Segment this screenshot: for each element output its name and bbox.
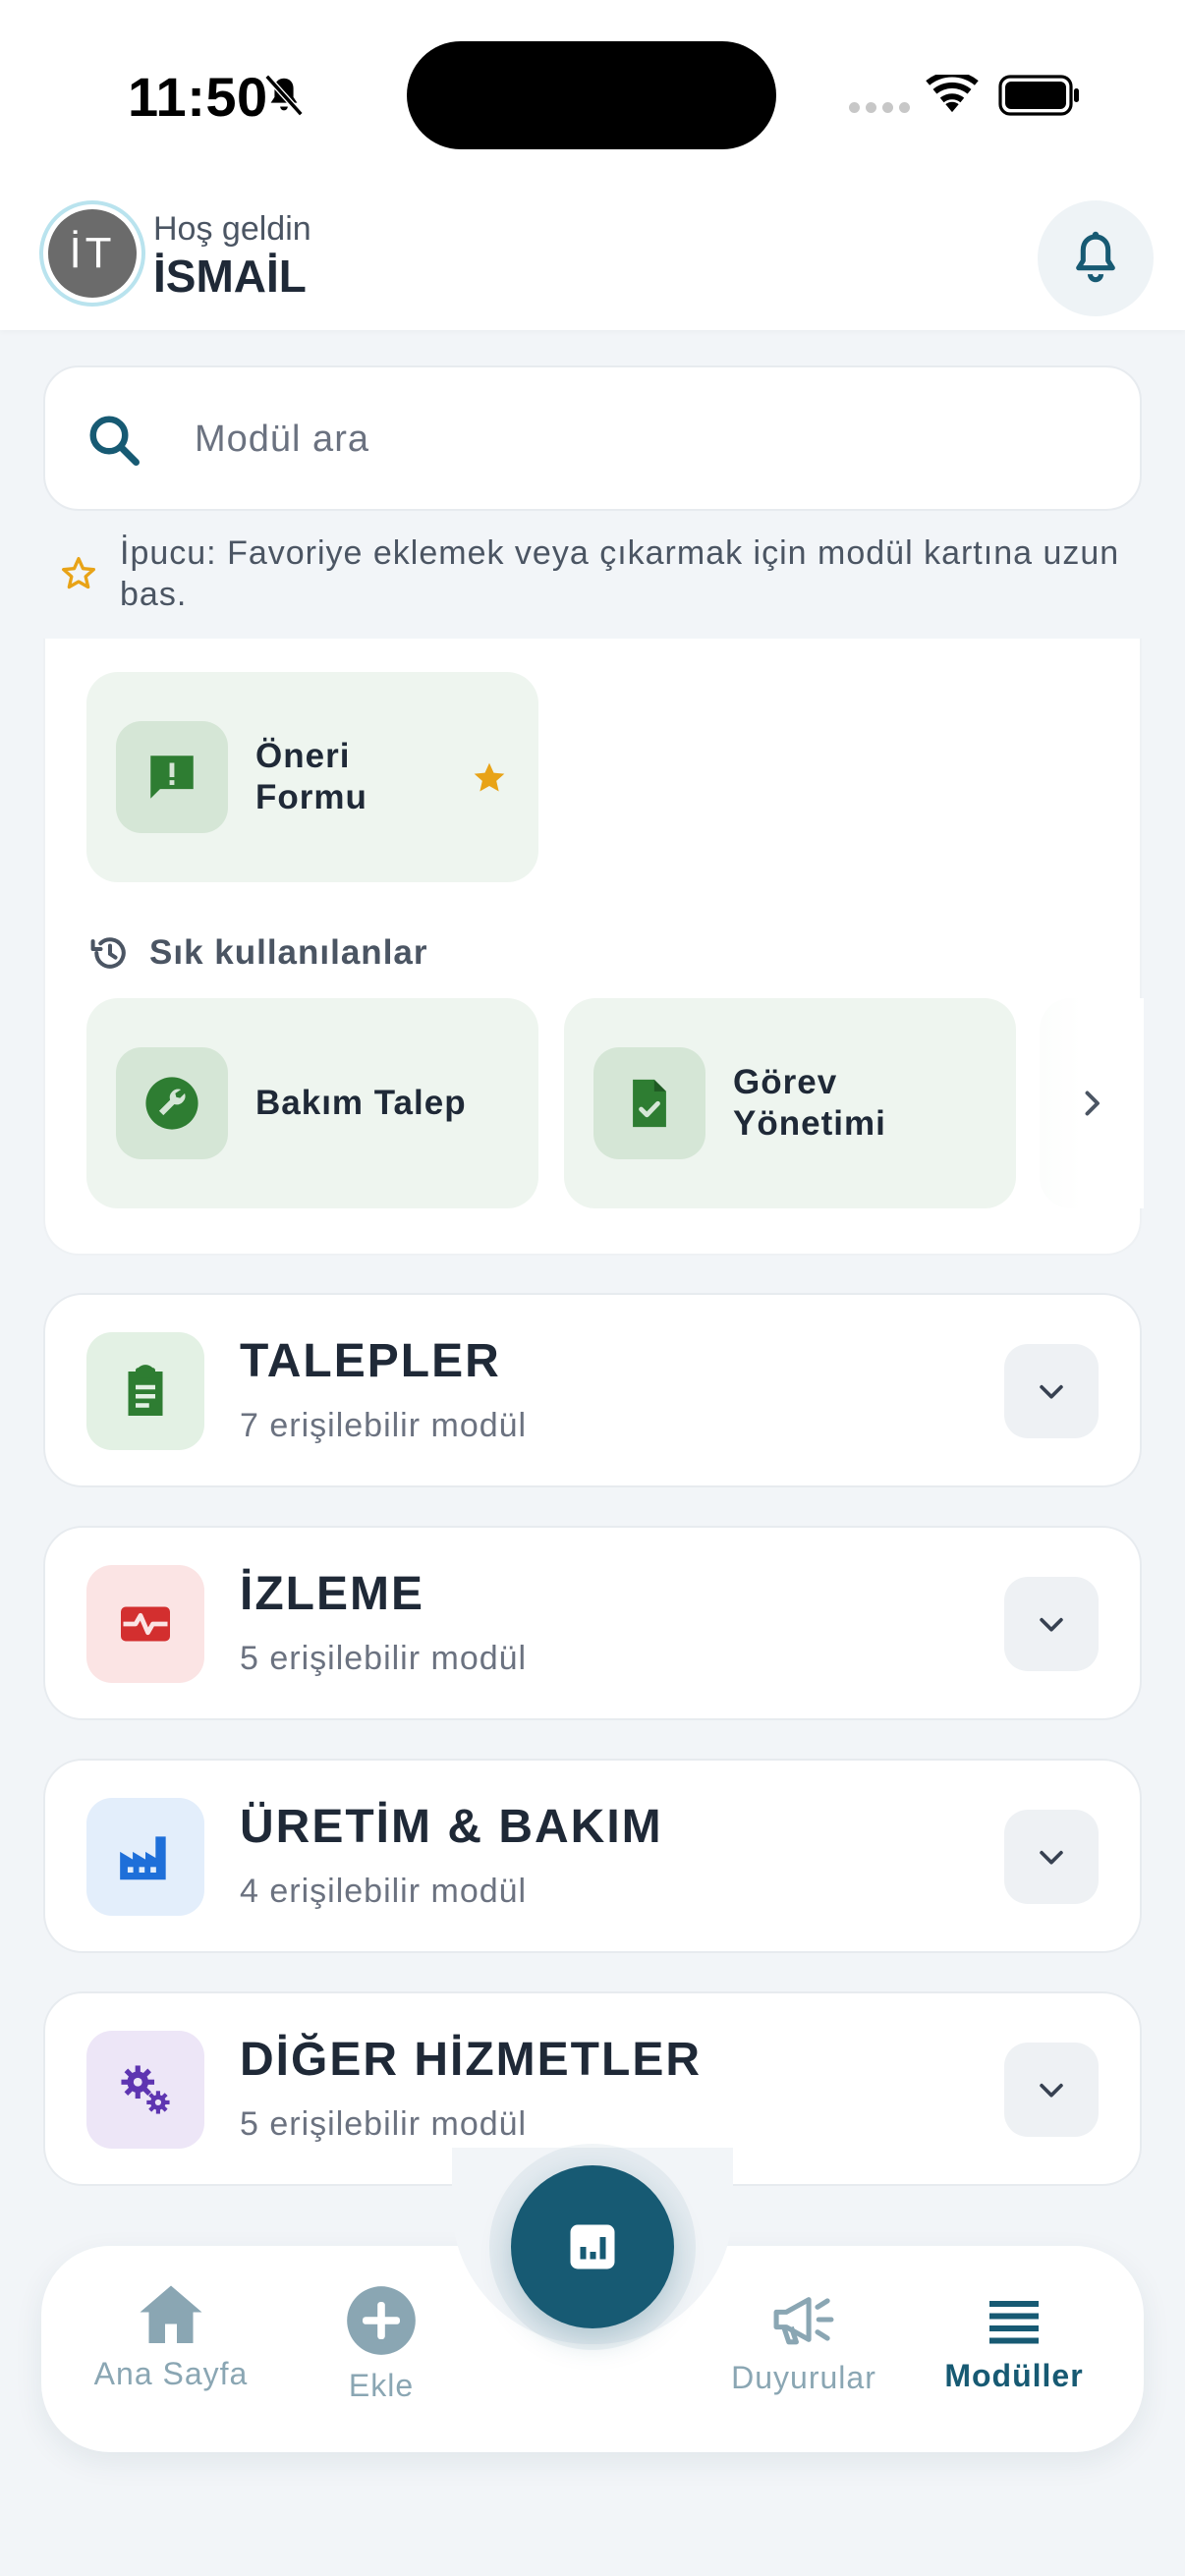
expand-button[interactable] [1004, 2043, 1099, 2137]
star-outline-icon [62, 557, 96, 589]
chevron-down-icon [1040, 2083, 1063, 2098]
expand-button[interactable] [1004, 1577, 1099, 1671]
category-title: DİĞER HİZMETLER [240, 2034, 702, 2086]
add-circle-icon [347, 2286, 416, 2355]
nav-announcements[interactable]: Duyurular [717, 2289, 890, 2396]
category-card-talepler[interactable]: TALEPLER 7 erişilebilir modül [43, 1293, 1142, 1487]
category-title: TALEPLER [240, 1335, 501, 1387]
frequent-module-card[interactable]: Görev Yönetimi [564, 998, 1016, 1208]
notifications-button[interactable] [1038, 200, 1154, 316]
history-icon [90, 937, 126, 969]
chevron-right-icon [1085, 1091, 1100, 1116]
module-label: Öneri Formu [255, 737, 367, 816]
chevron-down-icon [1040, 1850, 1063, 1865]
category-card-izleme[interactable]: İZLEME 5 erişilebilir modül [43, 1526, 1142, 1720]
bell-muted-icon [264, 74, 304, 117]
username: İSMAİL [153, 251, 307, 302]
nav-add[interactable]: Ekle [312, 2283, 450, 2404]
reports-fab-button[interactable] [511, 2165, 674, 2328]
gears-icon [121, 2065, 170, 2114]
category-subtitle: 4 erişilebilir modül [240, 1873, 528, 1910]
category-icon-box [86, 1798, 204, 1916]
category-icon-box [86, 1332, 204, 1450]
category-icon-box [86, 2031, 204, 2149]
task-file-icon [633, 1079, 666, 1128]
greeting-text: Hoş geldin [153, 210, 311, 248]
clipboard-icon [128, 1365, 163, 1416]
search-bar[interactable] [43, 365, 1142, 511]
expand-button[interactable] [1004, 1344, 1099, 1438]
favorite-module-card[interactable]: Öneri Formu [86, 672, 538, 882]
battery-icon [998, 75, 1079, 116]
search-icon [89, 416, 140, 466]
category-subtitle: 5 erişilebilir modül [240, 2105, 528, 2143]
bell-icon [1076, 231, 1115, 283]
nav-modules-label: Modüller [944, 2358, 1084, 2393]
status-time: 11:50 [128, 66, 268, 128]
wrench-icon [145, 1077, 198, 1130]
quick-access-panel: Öneri Formu Sık kullanılanlar Bakım Tale… [43, 639, 1144, 1256]
category-title: İZLEME [240, 1568, 424, 1620]
chart-icon [570, 2224, 615, 2269]
feedback-icon [150, 756, 194, 799]
frequent-title: Sık kullanılanlar [149, 933, 428, 972]
frequent-module-card[interactable]: Bakım Talep [86, 998, 538, 1208]
avatar[interactable]: İT [39, 200, 145, 307]
category-subtitle: 7 erişilebilir modül [240, 1407, 528, 1444]
chevron-down-icon [1040, 1617, 1063, 1632]
dynamic-island [407, 41, 776, 149]
factory-icon [120, 1836, 166, 1880]
nav-home-label: Ana Sayfa [93, 2356, 249, 2391]
nav-add-label: Ekle [348, 2368, 415, 2403]
home-icon [140, 2285, 202, 2343]
category-card-uretim-bakim[interactable]: ÜRETİM & BAKIM 4 erişilebilir modül [43, 1759, 1142, 1953]
wifi-icon [926, 75, 979, 113]
star-filled-icon[interactable] [470, 758, 509, 798]
nav-home[interactable]: Ana Sayfa [85, 2281, 257, 2392]
category-title: ÜRETİM & BAKIM [240, 1801, 663, 1853]
expand-button[interactable] [1004, 1810, 1099, 1904]
nav-announcements-label: Duyurular [731, 2360, 876, 2395]
nav-modules[interactable]: Modüller [928, 2293, 1100, 2394]
tip-text: İpucu: Favoriye eklemek veya çıkarmak iç… [120, 534, 1120, 613]
monitor-heart-icon [121, 1606, 170, 1642]
megaphone-icon [773, 2297, 834, 2345]
frequent-header: Sık kullanılanlar [88, 931, 428, 975]
chevron-down-icon [1040, 1384, 1063, 1399]
module-label: Görev Yönetimi [733, 1063, 886, 1143]
category-subtitle: 5 erişilebilir modül [240, 1640, 528, 1677]
module-icon-box [116, 721, 228, 833]
module-label: Bakım Talep [255, 1084, 467, 1122]
cellular-signal-icon [849, 102, 910, 113]
list-icon [989, 2301, 1039, 2344]
module-icon-box [593, 1047, 705, 1159]
scroll-right-button[interactable] [1040, 998, 1144, 1208]
avatar-initials: İT [48, 209, 137, 298]
search-input[interactable] [195, 407, 1079, 472]
category-icon-box [86, 1565, 204, 1683]
module-icon-box [116, 1047, 228, 1159]
